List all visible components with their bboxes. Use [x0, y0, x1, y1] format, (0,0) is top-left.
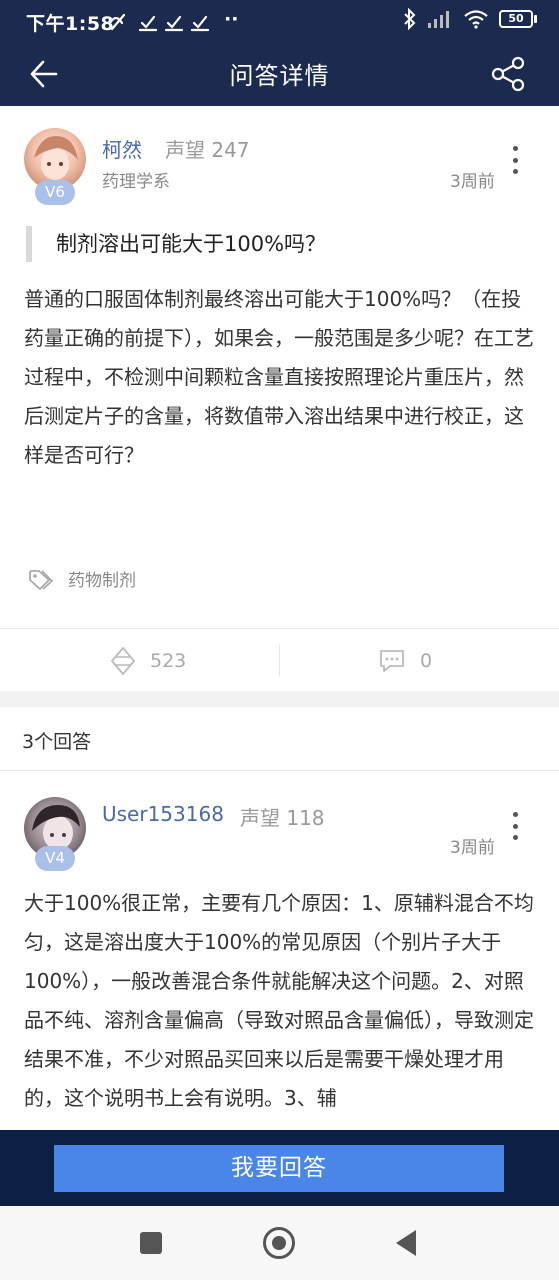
- page-title: 问答详情: [229, 62, 330, 90]
- bluetooth-icon: [404, 8, 416, 30]
- tag-row: 药物制剂: [28, 566, 136, 591]
- share-icon: [491, 56, 525, 92]
- comments-count: 0: [420, 650, 433, 672]
- more-vertical-icon: [512, 146, 518, 151]
- comments-stat[interactable]: 0: [378, 629, 432, 693]
- wifi-icon: [464, 10, 488, 29]
- author-name[interactable]: 柯然: [102, 134, 142, 163]
- notification-icons: [108, 13, 210, 32]
- system-nav-bar: [0, 1206, 559, 1280]
- battery-icon: 50: [499, 10, 537, 28]
- views-icon: [111, 647, 135, 675]
- section-gap: [0, 691, 559, 707]
- level-badge: V6: [35, 180, 75, 205]
- overflow-dots-icon: ··: [224, 8, 239, 30]
- status-bar: 下午1:58 ·· 50: [0, 0, 559, 42]
- title-accent-bar: [26, 226, 32, 262]
- views-stat: 523: [110, 629, 186, 693]
- comment-icon: [380, 650, 404, 672]
- answer-card: V4 User153168 声望 118 3周前 大于100%很正常，主要有几个…: [0, 772, 559, 1130]
- stat-divider: [279, 645, 280, 677]
- more-options-button[interactable]: [505, 142, 525, 178]
- answer-body: 大于100%很正常，主要有几个原因：1、原辅料混合不均匀，这是溶出度大于100%…: [24, 891, 534, 1110]
- app-header: 下午1:58 ·· 50 问答详情: [0, 0, 559, 106]
- share-button[interactable]: [489, 54, 529, 94]
- more-vertical-icon: [512, 812, 518, 817]
- answers-header: 3个回答: [0, 707, 559, 771]
- answer-button[interactable]: 我要回答: [54, 1145, 504, 1192]
- back-triangle-icon[interactable]: [396, 1230, 416, 1256]
- tag-icon: [29, 569, 54, 590]
- author-department: 药理学系: [102, 172, 170, 192]
- bottom-action-bar: 我要回答: [0, 1130, 559, 1206]
- level-badge: V4: [35, 846, 75, 871]
- status-right-icons: 50: [403, 8, 537, 30]
- tag-label[interactable]: 药物制剂: [68, 566, 136, 591]
- author-reputation: 声望 247: [165, 138, 250, 162]
- answers-count: 3个回答: [22, 731, 92, 753]
- answer-time: 3周前: [450, 838, 495, 858]
- question-time: 3周前: [450, 172, 495, 192]
- recent-apps-icon[interactable]: [140, 1232, 162, 1254]
- signal-icon: [428, 11, 449, 28]
- nav-bar: 问答详情: [0, 42, 559, 106]
- author-reputation: 声望 118: [240, 806, 325, 830]
- question-card: V6 柯然 声望 247 药理学系 3周前 制剂溶出可能大于100%吗？ 普通的…: [0, 106, 559, 691]
- more-options-button[interactable]: [505, 808, 525, 844]
- question-body: 普通的口服固体制剂最终溶出可能大于100%吗？（在投药量正确的前提下），如果会，…: [24, 287, 534, 467]
- author-name[interactable]: User153168: [102, 802, 224, 826]
- question-title: 制剂溶出可能大于100%吗？: [56, 232, 327, 256]
- status-time: 下午1:58: [26, 13, 115, 35]
- stats-row: 523 0: [0, 628, 559, 692]
- battery-level: 50: [499, 10, 533, 28]
- views-count: 523: [150, 650, 187, 672]
- home-icon[interactable]: [263, 1227, 295, 1259]
